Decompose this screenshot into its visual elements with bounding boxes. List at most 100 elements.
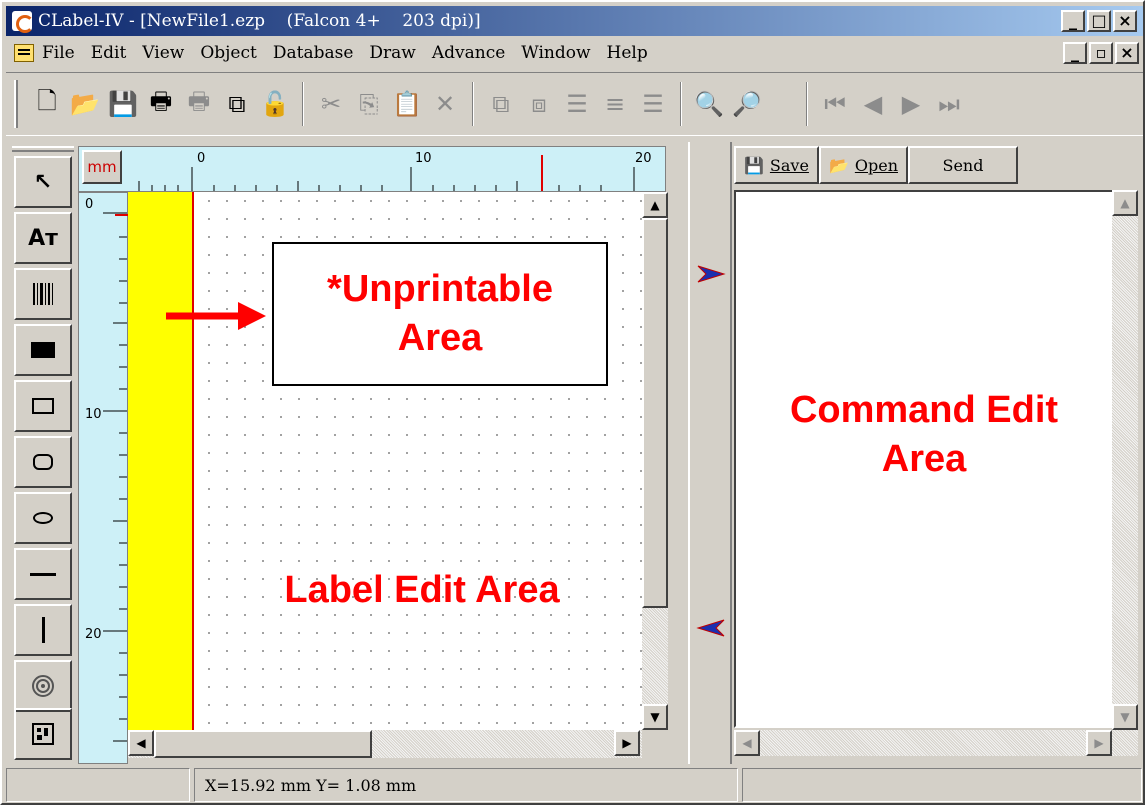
filled-rectangle-tool[interactable] [14,324,72,376]
rectangle-tool[interactable] [14,380,72,432]
barcode-tool[interactable] [14,268,72,320]
last-page-icon[interactable]: ⏭ [930,84,968,124]
doc-minimize-button[interactable]: _ [1063,42,1087,64]
command-send-button[interactable]: Send [908,146,1018,184]
scroll-left-icon[interactable]: ◀ [128,730,154,756]
delete-icon[interactable]: ✕ [426,84,464,124]
main-toolbar: 🗋 📂 💾 🖶 🖶 ⧉ 🔓 ✂ ⎘ 📋 ✕ ⧉ ⧈ ☰ ≡ ☰ 🔍 🔎 ⏮ ◀ … [6,72,1143,136]
align-center-icon[interactable]: ≡ [596,84,634,124]
horizontal-line-tool[interactable] [14,548,72,600]
command-edit-annotation: Command Edit Area [789,389,1059,481]
document-menu-icon[interactable] [14,44,34,62]
vruler-label-0: 0 [85,197,94,212]
2d-barcode-tool[interactable] [14,708,72,760]
command-toolbar: 💾 Save 📂 Open Send [734,146,1024,186]
toolbar-separator [806,82,808,126]
menu-draw[interactable]: Draw [369,43,415,63]
new-icon[interactable]: 🗋 [28,84,66,124]
command-open-button[interactable]: 📂 Open [818,146,908,184]
minimize-button[interactable]: _ [1061,10,1085,32]
group-icon[interactable]: ⧉ [482,84,520,124]
prev-page-icon[interactable]: ◀ [854,84,892,124]
image-icon [32,675,54,697]
menu-object[interactable]: Object [200,43,257,63]
doc-restore-button[interactable]: ▫ [1089,42,1113,64]
canvas-vscroll-thumb[interactable] [642,218,668,608]
pointer-tool[interactable]: ↖ [14,156,72,208]
doc-close-button[interactable]: × [1115,42,1139,64]
ungroup-icon[interactable]: ⧈ [520,84,558,124]
vertical-line-tool[interactable] [14,604,72,656]
printable-boundary-line [192,192,194,730]
cut-icon[interactable]: ✂ [312,84,350,124]
ruler-label-20: 20 [635,151,652,166]
2d-barcode-icon [32,723,54,745]
status-coordinates: X=15.92 mm Y= 1.08 mm [194,768,738,802]
first-page-icon[interactable]: ⏮ [816,84,854,124]
menu-window[interactable]: Window [521,43,590,63]
print-icon[interactable]: 🖶 [142,84,180,124]
horizontal-ruler: 0 10 20 [78,146,666,192]
annotation-arrow [166,302,266,330]
toolbar-separator [302,82,304,126]
menu-database[interactable]: Database [273,43,354,63]
save-icon[interactable]: 💾 [104,84,142,124]
unprintable-annotation-box: *Unprintable Area [272,242,608,386]
vruler-label-20: 20 [85,627,102,642]
scroll-down-icon[interactable]: ▼ [642,704,668,730]
paste-icon[interactable]: 📋 [388,84,426,124]
send-to-command-arrow-icon[interactable] [696,264,726,284]
menu-bar: File Edit View Object Database Draw Adva… [6,38,1143,68]
zoom-in-icon[interactable]: 🔎 [728,84,766,124]
rounded-rectangle-tool[interactable] [14,436,72,488]
next-page-icon[interactable]: ▶ [892,84,930,124]
print-preview-icon[interactable]: 🖶 [180,84,218,124]
close-button[interactable]: × [1113,10,1137,32]
toolbar-grip[interactable] [14,80,18,128]
menu-advance[interactable]: Advance [432,43,505,63]
command-scroll-right-icon[interactable]: ▶ [1086,730,1112,756]
save-icon: 💾 [744,155,764,175]
align-right-icon[interactable]: ☰ [634,84,672,124]
command-horizontal-scrollbar[interactable]: ◀ ▶ [734,730,1112,756]
align-left-icon[interactable]: ☰ [558,84,596,124]
send-to-label-arrow-icon[interactable] [696,618,726,638]
canvas-vertical-scrollbar[interactable]: ▲ ▼ [642,192,668,730]
panel-splitter[interactable] [688,142,732,764]
unlock-icon[interactable]: 🔓 [256,84,294,124]
canvas-horizontal-scrollbar[interactable]: ◀ ▶ [128,730,642,758]
menu-help[interactable]: Help [607,43,648,63]
label-edit-annotation: Label Edit Area [284,569,560,611]
canvas-hscroll-thumb[interactable] [154,730,372,758]
tool-palette-handle[interactable] [12,146,74,152]
scroll-right-icon[interactable]: ▶ [614,730,640,756]
unprintable-annotation: *Unprintable Area [327,267,553,359]
maximize-button[interactable]: □ [1087,10,1111,32]
command-open-label: Open [854,155,898,175]
menu-edit[interactable]: Edit [91,43,127,63]
menu-file[interactable]: File [42,43,75,63]
command-scroll-left-icon[interactable]: ◀ [734,730,760,756]
image-tool[interactable] [14,660,72,712]
ellipse-tool[interactable] [14,492,72,544]
unprintable-area [128,192,192,730]
text-tool[interactable]: Aᴛ [14,212,72,264]
copy-page-icon[interactable]: ⧉ [218,84,256,124]
vertical-ruler-ticks [103,212,129,742]
ruler-label-0: 0 [197,151,206,166]
command-send-label: Send [942,155,984,175]
unit-button[interactable]: mm [82,150,122,184]
application-window: CLabel-IV - [NewFile1.ezp (Falcon 4+ 203… [0,0,1145,805]
app-icon[interactable] [12,11,34,33]
command-scroll-down-icon[interactable]: ▼ [1112,704,1138,730]
open-icon[interactable]: 📂 [66,84,104,124]
menu-view[interactable]: View [142,43,184,63]
scroll-up-icon[interactable]: ▲ [642,192,668,218]
command-save-button[interactable]: 💾 Save [734,146,819,184]
command-scroll-up-icon[interactable]: ▲ [1112,190,1138,216]
command-save-label: Save [769,155,809,175]
copy-icon[interactable]: ⎘ [350,84,388,124]
tool-palette: ↖ Aᴛ [10,142,76,764]
command-vertical-scrollbar[interactable]: ▲ ▼ [1112,190,1138,756]
zoom-out-icon[interactable]: 🔍 [690,84,728,124]
